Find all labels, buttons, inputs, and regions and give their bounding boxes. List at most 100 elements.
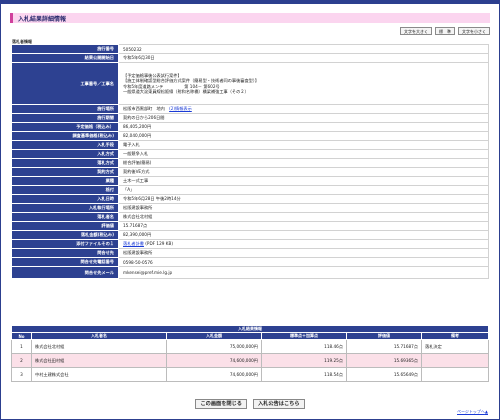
info-row: 格付 「A」 [11,185,489,195]
info-row: 業種 土木一式工事 [11,176,489,186]
cell-score: 118.46点 [261,339,347,354]
col-header-eval: 評価値 [346,332,422,340]
info-label: 評価値 [11,221,119,231]
work-name-value: 【予定価格事後公表試行案件】 【施工体制確認型総合評価方式案件（簡易型・技術者同… [118,62,489,105]
info-label: 落札方式 [11,158,119,168]
info-label: 契約方式 [11,167,119,177]
cell-note: 落札決定 [421,339,489,354]
info-label: 落札者名 [11,212,119,222]
attachment-cell: 落札者計書 (PDF 129 KB) [118,239,489,249]
top-border [0,0,500,4]
table-row: 2 株式会社田村組 74,600,000円 119.25点 15.69365点 [11,353,489,368]
cell-amount: 74,600,000円 [166,367,262,382]
attachment-size: (PDF 129 KB) [145,241,173,246]
info-row: 施行場所 松阪市西黒部町 地内 (2)情報表示 [11,104,489,114]
info-row: 契約方式 契約後VE方式 [11,167,489,177]
cell-no: 2 [11,353,32,368]
info-row: 評価値 15.71687点 [11,221,489,231]
info-label: 問合せ先メール [11,266,119,279]
table-row: 3 中村土建株式会社 74,600,000円 118.54点 15.65649点 [11,367,489,382]
cell-no: 3 [11,367,32,382]
info-value: 令和5年6月28日 午後2時14分 [118,194,489,204]
cell-amount: 74,600,000円 [166,353,262,368]
cell-score: 119.25点 [261,353,347,368]
info-row: 落札方式 総合評価(簡易) [11,158,489,168]
info-value: 0598-50-0576 [118,257,489,267]
info-value: 電子入札 [118,140,489,150]
info-value: 82,390,000円 [118,230,489,240]
info-row: 入札方式 一般競争入札 [11,149,489,159]
results-caption-row: 入札結果情報 [11,325,489,333]
col-header-note: 備考 [421,332,489,340]
bottom-actions: この画面を閉じる 入札公告はこちら [0,399,500,409]
info-value: 一般競争入札 [118,149,489,159]
close-window-button[interactable]: この画面を閉じる [195,399,247,409]
info-label: 入札執行場所 [11,203,119,213]
work-line: 一般県道大淀東員線松阪線（射和名称橋）橋梁補強工事（その２） [123,88,249,94]
info-value: 「A」 [118,185,489,195]
info-row: 入札日時 令和5年6月28日 午後2時14分 [11,194,489,204]
font-size-controls: 文字を大きく 標 準 文字を小さく [400,27,490,35]
col-header-score: 標準点＋加算点 [261,332,347,340]
bid-info-table: 施行番号 5050232 結果公開開始日 令和5年6月30日 工事番号／工事名 【予… [11,44,489,279]
page-title: 入札結果詳細情報 [18,16,67,23]
info-label: 工事番号／工事名 [11,62,119,105]
font-smaller-button[interactable]: 文字を小さく [458,27,490,35]
cell-bidder: 株式会社北村組 [31,339,167,354]
page-top-label: ページトップへ [457,409,485,414]
info-value: 5050232 [118,44,489,54]
info-label: 添付ファイルその１ [11,239,119,249]
cell-note [421,367,489,382]
info-row: 工事番号／工事名 【予定価格事後公表試行案件】 【施工体制確認型総合評価方式案件… [11,62,489,105]
info-label: 施行番号 [11,44,119,54]
info-value: 令和5年6月30日 [118,53,489,63]
info-row: 施行期間 契約の日から206日間 [11,113,489,123]
bid-notice-button[interactable]: 入札公告はこちら [253,399,305,409]
cell-score: 118.54点 [261,367,347,382]
info-row: 落札金額(税込み) 82,390,000円 [11,230,489,240]
results-header-row: No 入札者名 入札金額 標準点＋加算点 評価値 備考 [11,332,489,340]
bid-results-table: 入札結果情報 No 入札者名 入札金額 標準点＋加算点 評価値 備考 1 株式会… [11,325,489,382]
location-cell: 松阪市西黒部町 地内 (2)情報表示 [118,104,489,114]
info-label: 入札方式 [11,149,119,159]
cell-eval: 15.71687点 [346,339,422,354]
cell-amount: 75,000,000円 [166,339,262,354]
info-label: 施行期間 [11,113,119,123]
info-value: 契約後VE方式 [118,167,489,177]
page-title-bar: 入札結果詳細情報 [10,13,490,23]
info-label: 格付 [11,185,119,195]
info-row: 結果公開開始日 令和5年6月30日 [11,53,489,63]
info-label: 落札金額(税込み) [11,230,119,240]
info-label: 問合せ先電話番号 [11,257,119,267]
map-info-link[interactable]: (2)情報表示 [169,106,192,111]
cell-bidder: 株式会社田村組 [31,353,167,368]
table-row: 1 株式会社北村組 75,000,000円 118.46点 15.71687点 … [11,339,489,354]
info-value: mkensei@pref.mie.lg.jp [118,266,489,279]
info-value: 松阪市西黒部町 地内 [123,106,165,111]
info-row: 調査基準価格(税込み) 82,040,000円 [11,131,489,141]
cell-no: 1 [11,339,32,354]
info-row: 問合せ先メール mkensei@pref.mie.lg.jp [11,266,489,279]
cell-bidder: 中村土建株式会社 [31,367,167,382]
info-label: 入札手段 [11,140,119,150]
info-value: 株式会社北村組 [118,212,489,222]
info-row: 問合せ先電話番号 0598-50-0576 [11,257,489,267]
info-label: 調査基準価格(税込み) [11,131,119,141]
info-label: 入札日時 [11,194,119,204]
font-larger-button[interactable]: 文字を大きく [400,27,432,35]
info-row: 添付ファイルその１ 落札者計書 (PDF 129 KB) [11,239,489,249]
info-value: 土木一式工事 [118,176,489,186]
info-value: 松阪建設事務所 [118,248,489,258]
info-label: 結果公開開始日 [11,53,119,63]
info-value: 総合評価(簡易) [118,158,489,168]
font-standard-button[interactable]: 標 準 [435,27,455,35]
info-row: 入札執行場所 松阪建設事務所 [11,203,489,213]
col-header-amount: 入札金額 [166,332,262,340]
col-header-bidder: 入札者名 [31,332,167,340]
info-row: 落札者名 株式会社北村組 [11,212,489,222]
info-row: 入札手段 電子入札 [11,140,489,150]
info-label: 業種 [11,176,119,186]
page-top-link[interactable]: ページトップへ▲ [457,409,488,415]
cell-note [421,353,489,368]
attachment-link[interactable]: 落札者計書 [123,241,144,246]
